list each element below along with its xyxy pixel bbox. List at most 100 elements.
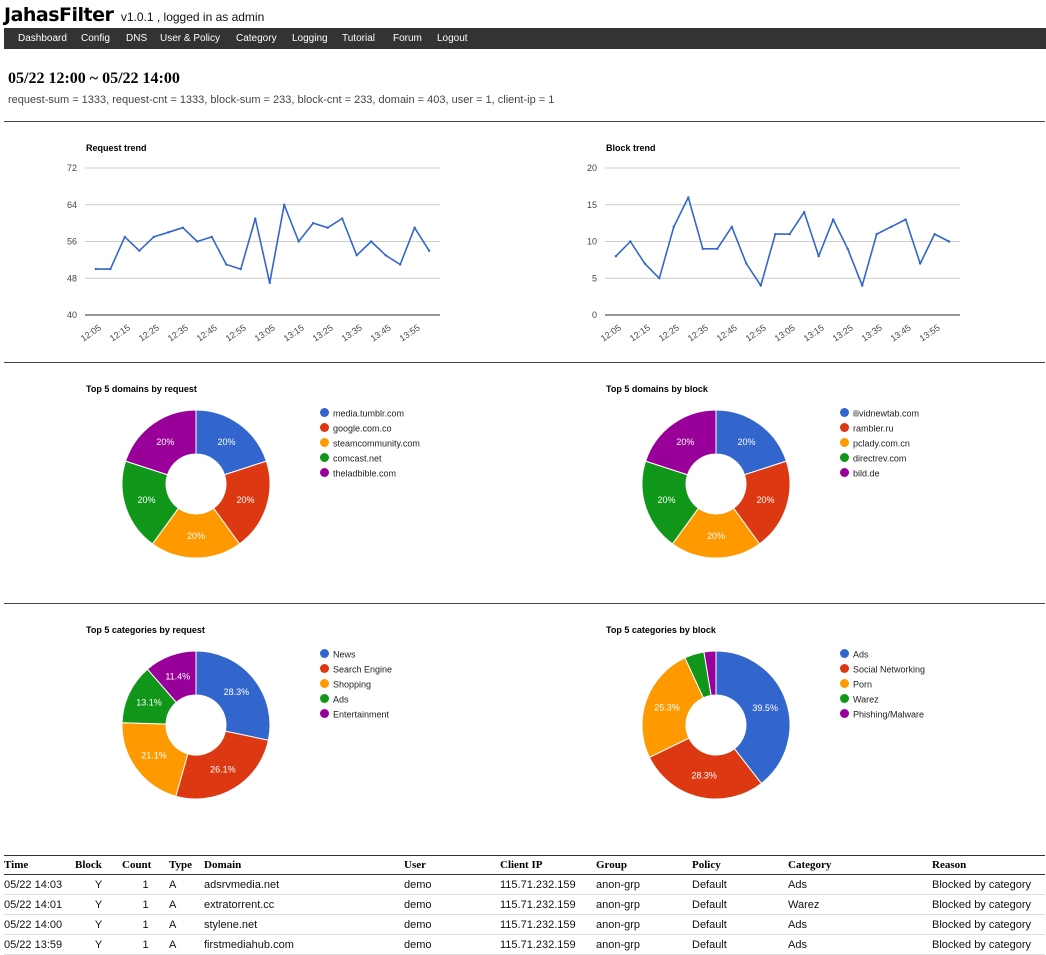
col-user[interactable]: User [404, 855, 500, 875]
x-tick-label: 12:05 [599, 322, 623, 343]
x-tick-label: 12:35 [166, 322, 190, 343]
categories-request-title: Top 5 categories by request [86, 625, 205, 635]
cell-block: Y [75, 934, 122, 955]
cell-client-ip: 115.71.232.159 [500, 914, 596, 935]
data-point [643, 262, 647, 265]
y-tick-label: 48 [67, 273, 77, 283]
legend-item: Search Engine [320, 664, 392, 678]
data-point [614, 255, 618, 258]
data-point [846, 247, 849, 251]
data-point [152, 235, 156, 239]
cell-time: 05/22 14:01 [4, 894, 75, 915]
legend-swatch [840, 468, 849, 478]
legend-swatch [320, 408, 329, 418]
nav-tutorial[interactable]: Tutorial [342, 28, 375, 49]
data-point [369, 240, 373, 243]
cell-reason: Blocked by category [932, 874, 1045, 895]
cell-block: Y [75, 874, 122, 895]
legend-item: google.com.co [320, 423, 392, 437]
slice-label: 20% [236, 495, 254, 505]
slice-label: 11.4% [165, 671, 190, 681]
col-type[interactable]: Type [169, 855, 204, 875]
legend-swatch [320, 709, 329, 719]
x-tick-label: 13:05 [773, 322, 797, 343]
x-tick-label: 13:55 [918, 322, 942, 343]
x-tick-label: 13:25 [831, 322, 855, 343]
slice-label: 21.1% [141, 751, 167, 761]
col-client-ip[interactable]: Client IP [500, 855, 596, 875]
col-category[interactable]: Category [788, 855, 932, 875]
data-point [745, 262, 748, 265]
cell-user: demo [404, 894, 500, 915]
col-domain[interactable]: Domain [204, 855, 404, 875]
nav-dashboard[interactable]: Dashboard [18, 28, 67, 49]
y-tick-label: 40 [67, 310, 77, 320]
nav-config[interactable]: Config [81, 28, 110, 49]
data-point [94, 267, 98, 271]
divider [4, 603, 1045, 604]
block-log-table: Time Block Count Type Domain User Client… [4, 855, 1045, 955]
data-point [947, 240, 951, 243]
cell-policy: Default [692, 934, 788, 955]
categories-block-title: Top 5 categories by block [606, 625, 716, 635]
legend-swatch [320, 468, 329, 478]
legend-swatch [320, 679, 329, 689]
data-point [326, 226, 329, 229]
data-point [672, 225, 676, 228]
col-group[interactable]: Group [596, 855, 692, 875]
x-tick-label: 13:25 [311, 322, 335, 343]
divider [4, 121, 1045, 122]
x-tick-label: 12:15 [108, 322, 132, 343]
slice-label: 25.3% [654, 703, 680, 713]
cell-block: Y [75, 914, 122, 935]
nav-logging[interactable]: Logging [292, 28, 328, 49]
data-point [788, 232, 791, 236]
data-point [268, 281, 271, 285]
legend-swatch [320, 649, 329, 659]
cell-domain: stylene.net [204, 914, 404, 935]
x-tick-label: 13:15 [802, 322, 826, 343]
nav-category[interactable]: Category [236, 28, 277, 49]
cell-reason: Blocked by category [932, 894, 1045, 915]
col-count[interactable]: Count [122, 855, 169, 875]
data-point [701, 247, 705, 251]
col-time[interactable]: Time [4, 855, 75, 875]
slice-label: 20% [187, 531, 205, 541]
legend-item: Social Networking [840, 664, 925, 678]
col-policy[interactable]: Policy [692, 855, 788, 875]
nav-logout[interactable]: Logout [437, 28, 468, 49]
data-point [398, 263, 402, 266]
x-tick-label: 12:55 [744, 322, 768, 343]
col-reason[interactable]: Reason [932, 855, 1045, 875]
legend-swatch [320, 694, 329, 704]
x-tick-label: 13:35 [340, 322, 364, 343]
data-point [210, 235, 213, 239]
legend-item: comcast.net [320, 453, 382, 467]
slice-label: 20% [138, 495, 156, 505]
cell-group: anon-grp [596, 934, 692, 955]
legend-item: directrev.com [840, 453, 906, 467]
slice-label: 20% [218, 437, 236, 447]
nav-forum[interactable]: Forum [393, 28, 422, 49]
nav-user-policy[interactable]: User & Policy [160, 28, 220, 49]
cell-user: demo [404, 934, 500, 955]
domains-request-donut: 20% 20% 20% 20% 20% [121, 409, 271, 559]
table-row: 05/22 14:00 Y 1 A stylene.net demo 115.7… [4, 914, 1045, 935]
y-tick-label: 56 [67, 237, 77, 247]
slice-label: 28.3% [691, 771, 717, 781]
x-tick-label: 13:35 [860, 322, 884, 343]
data-point [297, 240, 300, 243]
data-point [239, 267, 242, 271]
nav-dns[interactable]: DNS [126, 28, 147, 49]
data-point [658, 277, 661, 280]
cell-policy: Default [692, 874, 788, 895]
legend-swatch [840, 694, 849, 704]
table-row: 05/22 13:59 Y 1 A firstmediahub.com demo… [4, 934, 1045, 955]
cell-user: demo [404, 914, 500, 935]
cell-type: A [169, 934, 204, 955]
legend-swatch [840, 679, 849, 689]
data-point [312, 221, 315, 225]
col-block[interactable]: Block [75, 855, 122, 875]
legend-item: theladbible.com [320, 468, 396, 482]
cell-client-ip: 115.71.232.159 [500, 874, 596, 895]
